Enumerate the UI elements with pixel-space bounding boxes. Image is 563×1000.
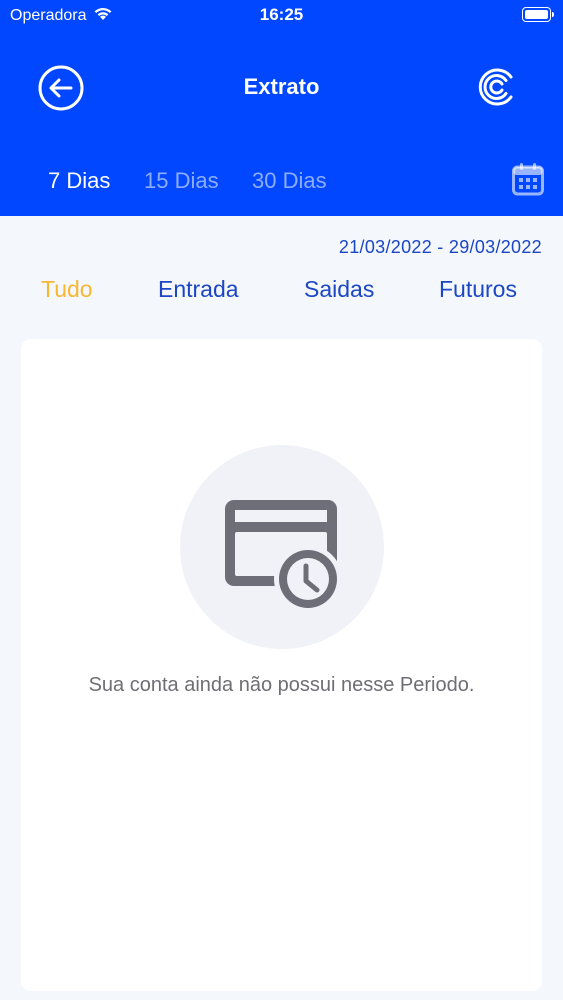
transactions-card: Sua conta ainda não possui nesse Periodo… xyxy=(21,339,542,991)
period-tab-15-days[interactable]: 15 Dias xyxy=(144,168,219,194)
filter-tab-income[interactable]: Entrada xyxy=(158,276,239,303)
brand-logo-button[interactable] xyxy=(476,66,518,108)
empty-state-message: Sua conta ainda não possui nesse Periodo… xyxy=(88,674,475,696)
status-bar: Operadora 16:25 xyxy=(0,0,563,30)
header: Operadora 16:25 Extrato 7 Dias 15 Dias 3… xyxy=(0,0,563,216)
date-range: 21/03/2022 - 29/03/2022 xyxy=(338,237,542,257)
brand-logo-icon xyxy=(478,68,513,106)
filter-tab-future[interactable]: Futuros xyxy=(439,276,517,303)
filter-tab-outgoing[interactable]: Saidas xyxy=(304,276,374,303)
empty-state-illustration xyxy=(180,445,384,649)
filter-tab-all[interactable]: Tudo xyxy=(41,276,93,303)
period-tab-30-days[interactable]: 30 Dias xyxy=(252,168,327,194)
calendar-icon xyxy=(512,163,544,196)
clock: 16:25 xyxy=(259,5,304,24)
battery-icon xyxy=(522,7,554,22)
period-tab-7-days[interactable]: 7 Dias xyxy=(48,168,110,194)
calendar-button[interactable] xyxy=(512,162,544,196)
card-clock-icon xyxy=(225,500,342,613)
